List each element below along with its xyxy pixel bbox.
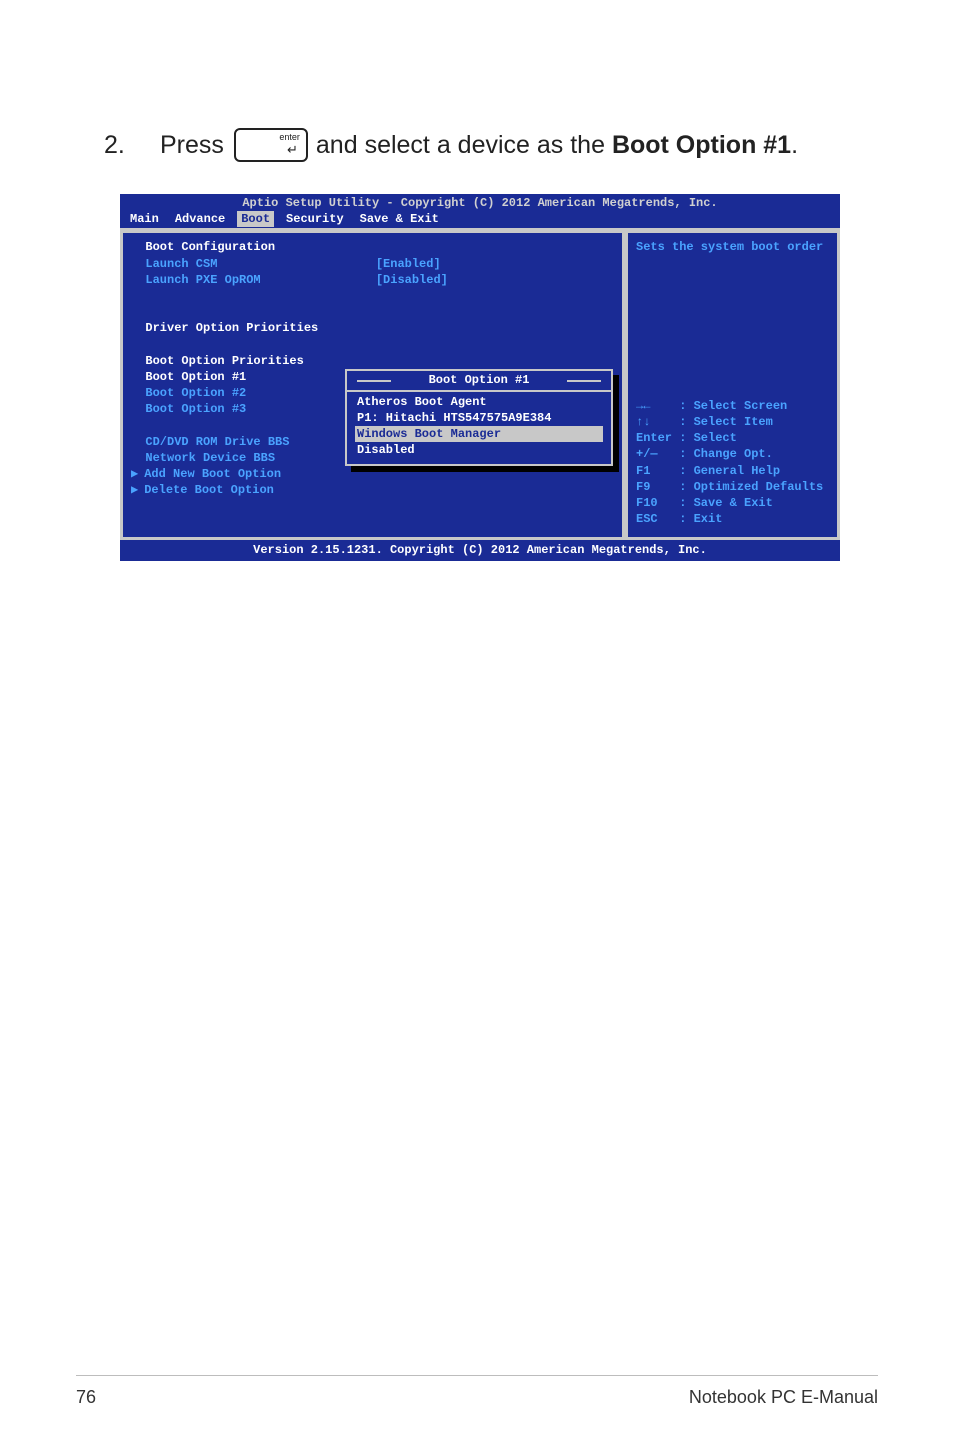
bios-menu-item[interactable]: Advance bbox=[171, 211, 229, 227]
bios-menu-item[interactable]: Save & Exit bbox=[356, 211, 443, 227]
instruction-suffix: . bbox=[791, 131, 798, 159]
bios-row bbox=[131, 304, 614, 320]
help-key-row: →← : Select Screen bbox=[636, 398, 829, 414]
bios-left-pane[interactable]: Boot Configuration Launch CSM [Enabled] … bbox=[120, 230, 625, 540]
page-number: 76 bbox=[76, 1387, 96, 1408]
bios-screenshot: Aptio Setup Utility - Copyright (C) 2012… bbox=[120, 194, 840, 561]
config-row: Launch CSM [Enabled] bbox=[131, 256, 614, 272]
triangle-icon: ▶ bbox=[131, 483, 138, 497]
bios-menu-item[interactable]: Security bbox=[282, 211, 348, 227]
bios-body: Boot Configuration Launch CSM [Enabled] … bbox=[120, 228, 840, 540]
boot-action-row[interactable]: ▶Delete Boot Option bbox=[131, 482, 614, 498]
enter-key-icon: enter ↵ bbox=[234, 128, 308, 162]
doc-title: Notebook PC E-Manual bbox=[689, 1387, 878, 1408]
popup-title: Boot Option #1 bbox=[347, 371, 611, 391]
step-number: 2. bbox=[104, 131, 160, 160]
boot-heading: Boot Option Priorities bbox=[131, 353, 614, 369]
bios-title-bar: Aptio Setup Utility - Copyright (C) 2012… bbox=[120, 194, 840, 211]
help-key-row: F1 : General Help bbox=[636, 463, 829, 479]
help-key-row: +/— : Change Opt. bbox=[636, 446, 829, 462]
help-key-row: ESC : Exit bbox=[636, 511, 829, 527]
footer-divider bbox=[76, 1375, 878, 1376]
help-key-row: ↑↓ : Select Item bbox=[636, 414, 829, 430]
instruction-prefix: and select a device as the bbox=[316, 131, 612, 159]
popup-item[interactable]: Windows Boot Manager bbox=[355, 426, 603, 442]
popup-item[interactable]: Atheros Boot Agent bbox=[355, 394, 603, 410]
help-key-row: Enter : Select bbox=[636, 430, 829, 446]
popup-item[interactable]: P1: Hitachi HTS547575A9E384 bbox=[355, 410, 603, 426]
help-key-row: F9 : Optimized Defaults bbox=[636, 479, 829, 495]
enter-arrow-icon: ↵ bbox=[287, 143, 298, 156]
boot-config-heading: Boot Configuration bbox=[131, 239, 614, 255]
instruction-line: 2. Press enter ↵ and select a device as … bbox=[104, 128, 894, 162]
instruction-rest: and select a device as the Boot Option #… bbox=[316, 131, 798, 160]
help-key-row: F10 : Save & Exit bbox=[636, 495, 829, 511]
help-text: Sets the system boot order bbox=[636, 239, 829, 255]
triangle-icon: ▶ bbox=[131, 467, 138, 481]
boot-option-popup[interactable]: Boot Option #1 Atheros Boot AgentP1: Hit… bbox=[345, 369, 613, 466]
config-row: Launch PXE OpROM [Disabled] bbox=[131, 272, 614, 288]
boot-action-row[interactable]: ▶Add New Boot Option bbox=[131, 466, 614, 482]
help-keys: →← : Select Screen↑↓ : Select ItemEnter … bbox=[636, 398, 829, 528]
enter-key-label: enter bbox=[279, 133, 300, 142]
bios-menu-bar[interactable]: Main Advance Boot Security Save & Exit bbox=[120, 211, 840, 228]
page-footer: 76 Notebook PC E-Manual bbox=[76, 1387, 878, 1408]
popup-item[interactable]: Disabled bbox=[355, 442, 603, 458]
press-label: Press bbox=[160, 131, 224, 160]
bios-footer: Version 2.15.1231. Copyright (C) 2012 Am… bbox=[120, 540, 840, 560]
bios-right-pane: Sets the system boot order →← : Select S… bbox=[625, 230, 840, 540]
bios-row bbox=[131, 337, 614, 353]
bios-row bbox=[131, 288, 614, 304]
bios-menu-item[interactable]: Boot bbox=[237, 211, 274, 227]
driver-heading: Driver Option Priorities bbox=[131, 320, 614, 336]
bios-menu-item[interactable]: Main bbox=[126, 211, 163, 227]
popup-body[interactable]: Atheros Boot AgentP1: Hitachi HTS547575A… bbox=[347, 392, 611, 465]
instruction-bold: Boot Option #1 bbox=[612, 131, 791, 159]
